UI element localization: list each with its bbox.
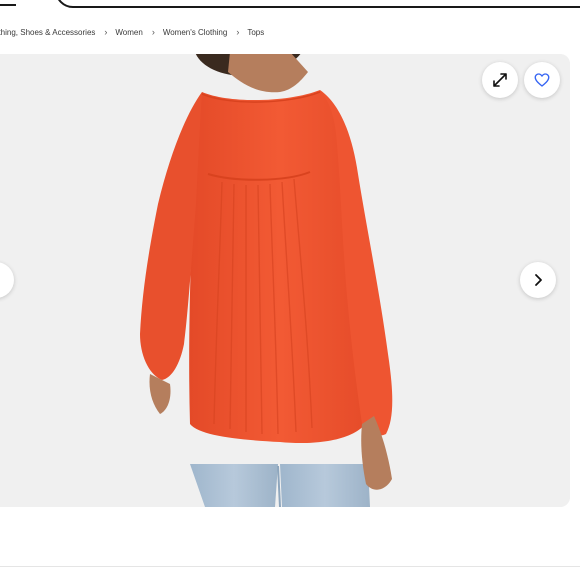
chevron-left-icon <box>0 272 4 288</box>
jeans-right-leg <box>280 464 370 507</box>
next-image-button[interactable] <box>520 262 556 298</box>
header-fragment <box>0 0 16 6</box>
heart-icon <box>534 73 550 87</box>
breadcrumb-item-tops[interactable]: Tops <box>247 28 264 37</box>
chevron-right-icon <box>535 274 542 286</box>
chevron-right-icon: › <box>151 26 155 37</box>
jeans-left-leg <box>190 464 278 507</box>
product-image[interactable] <box>0 54 570 507</box>
breadcrumb-item-womens-clothing[interactable]: Women's Clothing <box>163 28 228 37</box>
divider <box>0 566 580 567</box>
expand-icon <box>493 73 507 87</box>
breadcrumb-item-women[interactable]: Women <box>115 28 142 37</box>
chevron-right-icon: › <box>236 26 240 37</box>
chevron-right-icon: › <box>104 26 108 37</box>
favorite-button[interactable] <box>524 62 560 98</box>
expand-button[interactable] <box>482 62 518 98</box>
breadcrumb: othing, Shoes & Accessories › Women › Wo… <box>0 26 264 38</box>
breadcrumb-item-clothing[interactable]: othing, Shoes & Accessories <box>0 28 95 37</box>
product-image-gallery[interactable] <box>0 54 570 507</box>
search-bar[interactable] <box>55 0 580 8</box>
